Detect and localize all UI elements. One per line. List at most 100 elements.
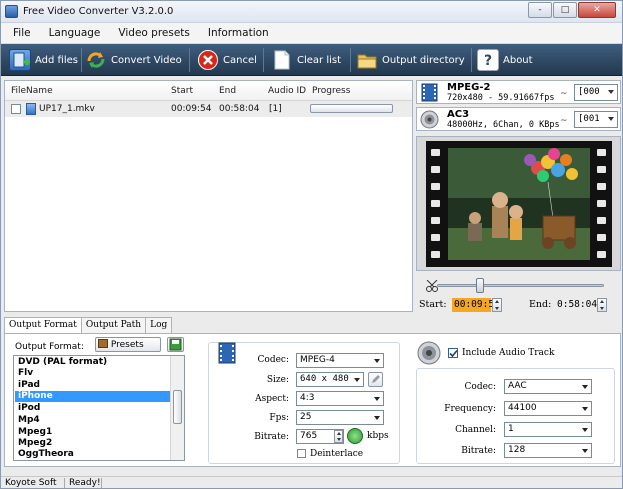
- menu-file[interactable]: File: [13, 23, 31, 43]
- toolbar: Add files Convert Video Cancel Clear lis…: [1, 44, 622, 76]
- list-item[interactable]: OggTheora: [15, 449, 170, 460]
- video-fps-select[interactable]: 25: [296, 410, 384, 425]
- list-item-selected[interactable]: iPhone: [15, 391, 170, 402]
- column-end[interactable]: End: [219, 86, 236, 96]
- file-progress-bar: [310, 104, 393, 113]
- checkmark-icon: [449, 349, 458, 358]
- toolbar-separator: [350, 48, 351, 72]
- bitrate-spinner[interactable]: [334, 430, 343, 443]
- column-audio-id[interactable]: Audio ID: [268, 86, 306, 96]
- file-name: UP17_1.mkv: [39, 104, 95, 114]
- close-button[interactable]: ✕: [578, 2, 616, 18]
- output-format-label: Output Format:: [15, 342, 84, 352]
- trim-slider-track[interactable]: [437, 284, 604, 287]
- deinterlace-checkbox[interactable]: [297, 449, 306, 458]
- audio-track-select[interactable]: [001: [574, 111, 618, 128]
- video-codec-select[interactable]: MPEG-4: [296, 353, 384, 368]
- tab-output-path[interactable]: Output Path: [80, 317, 147, 333]
- list-item[interactable]: Mpeg1: [15, 427, 170, 438]
- audio-codec-select[interactable]: AAC: [504, 379, 592, 394]
- minimize-button[interactable]: -: [528, 2, 552, 18]
- list-item[interactable]: Mpeg2: [15, 438, 170, 449]
- video-aspect-label: Aspect:: [255, 394, 289, 404]
- toolbar-separator: [189, 48, 190, 72]
- title-bar: Free Video Converter V3.2.0.0 - □ ✕: [1, 1, 622, 23]
- presets-icon: [98, 339, 108, 348]
- trim-slider-thumb[interactable]: [476, 278, 484, 293]
- bitrate-unit: kbps: [367, 431, 389, 441]
- file-start: 00:09:54: [171, 104, 212, 114]
- about-button[interactable]: ? About: [477, 46, 533, 74]
- list-scrollbar[interactable]: [170, 356, 184, 460]
- svg-text:?: ?: [484, 53, 492, 69]
- save-preset-button[interactable]: [167, 337, 184, 352]
- window-title: Free Video Converter V3.2.0.0: [23, 6, 174, 17]
- table-row[interactable]: UP17_1.mkv 00:09:54 00:58:04 [1]: [5, 101, 412, 117]
- audio-channel-label: Channel:: [455, 425, 496, 435]
- output-format-list[interactable]: DVD (PAL format) Flv iPad iPhone iPod Mp…: [13, 355, 185, 461]
- video-fps-label: Fps:: [269, 413, 289, 423]
- chevron-down-icon: [582, 407, 588, 411]
- file-list[interactable]: FileName Start End Audio ID Progress UP1…: [4, 80, 413, 312]
- tab-output-format[interactable]: Output Format: [4, 317, 82, 334]
- audio-channel-select[interactable]: 1: [504, 422, 592, 437]
- maximize-button[interactable]: □: [553, 2, 577, 18]
- end-time-spinner[interactable]: [597, 298, 607, 312]
- add-files-icon: [9, 49, 31, 71]
- output-directory-button[interactable]: Output directory: [356, 46, 465, 74]
- audio-details: 48000Hz, 6Chan, 0 KBps: [447, 120, 560, 130]
- menu-information[interactable]: Information: [208, 23, 269, 43]
- menu-language[interactable]: Language: [49, 23, 101, 43]
- tab-log[interactable]: Log: [145, 317, 173, 333]
- video-aspect-select[interactable]: 4:3: [296, 391, 384, 406]
- list-item[interactable]: Mp4: [15, 415, 170, 426]
- list-item[interactable]: DVD (PAL format): [15, 357, 170, 368]
- video-codec-name: MPEG-2: [447, 82, 491, 93]
- file-audio-id: [1]: [269, 104, 282, 114]
- video-size-select[interactable]: 640 x 480: [296, 372, 364, 387]
- chevron-down-icon: [608, 117, 614, 121]
- add-files-button[interactable]: Add files: [9, 46, 78, 74]
- video-preview: [416, 136, 621, 271]
- video-bitrate-label: Bitrate:: [254, 432, 289, 442]
- presets-button[interactable]: Presets: [95, 337, 161, 352]
- audio-frequency-label: Frequency:: [444, 404, 496, 414]
- column-filename[interactable]: FileName: [11, 86, 53, 96]
- end-label: End:: [529, 299, 552, 310]
- help-icon: ?: [477, 49, 499, 71]
- video-track-select[interactable]: [000: [574, 84, 618, 101]
- clear-list-button[interactable]: Clear list: [271, 46, 341, 74]
- toolbar-separator: [471, 48, 472, 72]
- status-text: Ready!: [69, 478, 101, 488]
- chevron-down-icon: [374, 397, 380, 401]
- audio-frequency-select[interactable]: 44100: [504, 401, 592, 416]
- bitrate-apply-icon[interactable]: [347, 428, 363, 444]
- menu-video-presets[interactable]: Video presets: [118, 23, 190, 43]
- cancel-button[interactable]: Cancel: [197, 46, 257, 74]
- list-item[interactable]: iPod: [15, 403, 170, 414]
- audio-tilde: ~: [560, 116, 568, 126]
- list-item[interactable]: iPad: [15, 380, 170, 391]
- chevron-down-icon: [608, 90, 614, 94]
- row-checkbox[interactable]: [11, 104, 21, 114]
- audio-codec-name: AC3: [447, 109, 470, 120]
- status-company: Koyote Soft: [5, 478, 57, 488]
- list-item[interactable]: Flv: [15, 368, 170, 379]
- scrollbar-thumb[interactable]: [173, 390, 182, 424]
- column-progress[interactable]: Progress: [312, 86, 350, 96]
- end-time-input[interactable]: 0:58:04: [555, 298, 597, 312]
- video-bitrate-input[interactable]: 765: [296, 429, 344, 444]
- film-icon: [421, 83, 438, 102]
- audio-bitrate-select[interactable]: 128: [504, 443, 592, 458]
- speaker-icon: [420, 110, 439, 129]
- convert-video-button[interactable]: Convert Video: [85, 46, 182, 74]
- app-icon: [5, 5, 18, 18]
- chevron-down-icon: [582, 449, 588, 453]
- custom-size-button[interactable]: [368, 372, 383, 387]
- include-audio-checkbox[interactable]: [448, 348, 458, 358]
- start-time-spinner[interactable]: [492, 298, 502, 312]
- start-time-input[interactable]: 00:09:54: [452, 298, 500, 312]
- settings-tabs: Output Format Output Path Log: [4, 317, 173, 334]
- column-start[interactable]: Start: [171, 86, 193, 96]
- status-divider: [64, 478, 65, 488]
